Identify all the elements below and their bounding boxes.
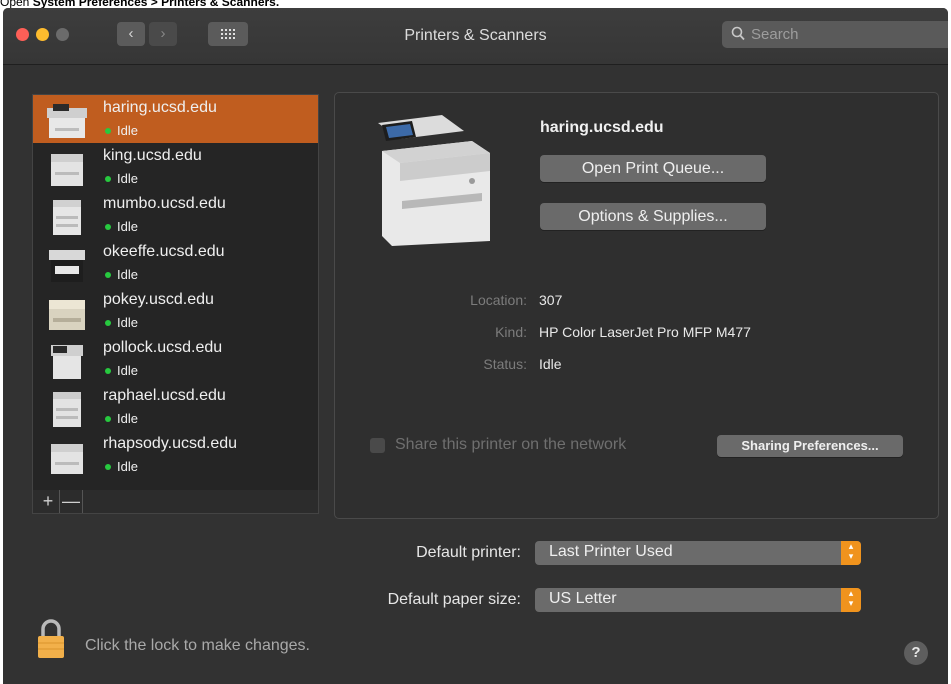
printer-mfp-icon <box>49 250 85 282</box>
printer-icon <box>51 154 83 186</box>
printer-mfp-icon <box>47 104 87 138</box>
default-paper-value: US Letter <box>549 590 617 607</box>
printer-row[interactable]: raphael.ucsd.edu Idle <box>33 383 318 431</box>
printer-status: Idle <box>117 363 138 378</box>
printer-icon <box>53 392 81 427</box>
detail-printer-name: haring.ucsd.edu <box>540 119 664 136</box>
status-label: Status: <box>483 356 527 372</box>
printer-name: pollock.ucsd.edu <box>103 339 223 356</box>
search-placeholder: Search <box>751 26 799 43</box>
status-dot <box>105 176 111 182</box>
printer-row[interactable]: haring.ucsd.edu Idle <box>33 95 318 143</box>
chevron-updown-icon: ▴ ▾ <box>841 541 861 565</box>
printer-row[interactable]: king.ucsd.edu Idle <box>33 143 318 191</box>
status-dot <box>105 224 111 230</box>
default-paper-label: Default paper size: <box>387 591 521 608</box>
printer-name: raphael.ucsd.edu <box>103 387 226 404</box>
printer-list-toolbar: + — <box>32 490 319 514</box>
kind-value: HP Color LaserJet Pro MFP M477 <box>539 324 751 340</box>
printer-icon <box>53 200 81 235</box>
lock-icon[interactable] <box>36 618 66 660</box>
printer-status: Idle <box>117 123 138 138</box>
location-label: Location: <box>470 292 527 308</box>
chevron-updown-icon: ▴ ▾ <box>841 588 861 612</box>
lock-message: Click the lock to make changes. <box>85 637 310 654</box>
printer-icon <box>51 444 83 474</box>
printer-status: Idle <box>117 219 138 234</box>
default-printer-select[interactable]: Last Printer Used ▴ ▾ <box>535 541 861 565</box>
status-dot <box>105 416 111 422</box>
printer-mfp-icon <box>378 115 490 246</box>
default-printer-label: Default printer: <box>416 544 521 561</box>
status-value: Idle <box>539 356 562 372</box>
default-paper-select[interactable]: US Letter ▴ ▾ <box>535 588 861 612</box>
status-dot <box>105 320 111 326</box>
printer-name: rhapsody.ucsd.edu <box>103 435 238 452</box>
search-field[interactable]: Search <box>722 21 948 48</box>
printer-status: Idle <box>117 315 138 330</box>
printer-name: mumbo.ucsd.edu <box>103 195 226 212</box>
location-value: 307 <box>539 292 563 308</box>
printer-status: Idle <box>117 267 138 282</box>
printer-name: king.ucsd.edu <box>103 147 202 164</box>
titlebar: ‹ › Printers & Scanners Search <box>3 8 948 65</box>
sharing-preferences-button[interactable]: Sharing Preferences... <box>717 435 903 457</box>
remove-printer-button[interactable]: — <box>60 490 83 513</box>
status-dot <box>105 464 111 470</box>
add-printer-button[interactable]: + <box>37 490 60 513</box>
printer-row[interactable]: mumbo.ucsd.edu Idle <box>33 191 318 239</box>
printer-status: Idle <box>117 171 138 186</box>
share-printer-checkbox[interactable] <box>370 438 385 453</box>
printer-row[interactable]: pollock.ucsd.edu Idle <box>33 335 318 383</box>
options-supplies-button[interactable]: Options & Supplies... <box>540 203 766 230</box>
printer-status: Idle <box>117 459 138 474</box>
share-printer-label: Share this printer on the network <box>395 436 627 453</box>
status-dot <box>105 272 111 278</box>
printer-row[interactable]: rhapsody.ucsd.edu Idle <box>33 431 318 479</box>
printer-row[interactable]: pokey.uscd.edu Idle <box>33 287 318 335</box>
kind-label: Kind: <box>495 324 527 340</box>
default-printer-value: Last Printer Used <box>549 543 673 560</box>
open-print-queue-button[interactable]: Open Print Queue... <box>540 155 766 182</box>
printer-detail-panel: haring.ucsd.edu Open Print Queue... Opti… <box>334 92 939 519</box>
printer-list[interactable]: haring.ucsd.edu Idle king.ucsd.edu Idle … <box>32 94 319 492</box>
printer-status: Idle <box>117 411 138 426</box>
printers-window: ‹ › Printers & Scanners Search haring.uc… <box>3 8 948 684</box>
search-icon <box>731 26 745 41</box>
printer-icon <box>49 300 85 330</box>
status-dot <box>105 128 111 134</box>
printer-name: okeeffe.ucsd.edu <box>103 243 225 260</box>
printer-mfp-icon <box>51 345 83 379</box>
printer-name: haring.ucsd.edu <box>103 99 217 116</box>
printer-row[interactable]: okeeffe.ucsd.edu Idle <box>33 239 318 287</box>
instruction-caption: Open System Preferences > Printers & Sca… <box>0 0 279 8</box>
help-button[interactable]: ? <box>904 641 928 665</box>
printer-name: pokey.uscd.edu <box>103 291 214 308</box>
status-dot <box>105 368 111 374</box>
